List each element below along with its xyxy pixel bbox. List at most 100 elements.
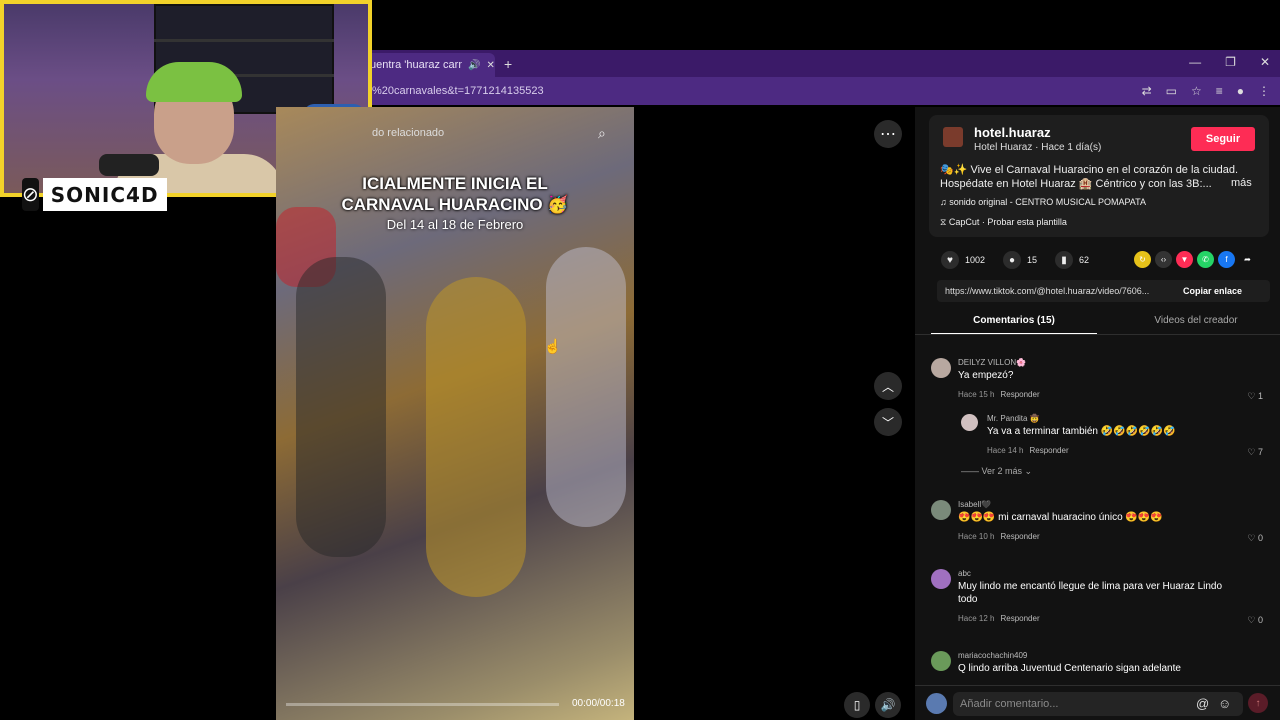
comment-meta: Hace 12 h Responder <box>958 614 1040 623</box>
streamer-logo: ⊘ SONIC4D <box>22 178 167 211</box>
sound-link[interactable]: ♫ sonido original - CENTRO MUSICAL POMAP… <box>940 197 1146 207</box>
engagement-stats: ♥ 1002 ● 15 ▮ 62 <box>941 251 1101 269</box>
share-arrow-icon[interactable]: ➦ <box>1239 251 1256 268</box>
follow-button[interactable]: Seguir <box>1191 127 1255 151</box>
streamer-hat <box>146 62 242 102</box>
comment-avatar[interactable] <box>931 651 951 671</box>
comment-text: 😍😍😍 mi carnaval huaracino único 😍😍😍 <box>958 512 1163 523</box>
mouse-cursor-icon: ☝ <box>544 338 562 354</box>
tab-comments[interactable]: Comentarios (15) <box>931 311 1097 335</box>
address-bar: %20carnavales&t=1771214135523 ⇄ ▭ ☆ ≡ ● … <box>360 77 1280 105</box>
creator-avatar[interactable] <box>943 127 963 147</box>
close-tab-icon[interactable]: ✕ <box>486 60 494 71</box>
window-controls: — ❐ ✕ <box>1189 55 1270 69</box>
whatsapp-icon[interactable]: ✆ <box>1197 251 1214 268</box>
comment-avatar[interactable] <box>931 500 951 520</box>
reply-link[interactable]: Responder <box>1000 614 1039 623</box>
my-avatar <box>926 693 947 714</box>
reply-link[interactable]: Responder <box>1029 446 1068 455</box>
more-replies-label: Ver 2 más <box>981 466 1023 476</box>
cast-icon[interactable]: ▭ <box>1166 84 1177 98</box>
comment-username[interactable]: abc <box>958 569 971 578</box>
video-link[interactable]: https://www.tiktok.com/@hotel.huaraz/vid… <box>937 286 1177 296</box>
repost-icon[interactable]: ↻ <box>1134 251 1151 268</box>
video-player[interactable]: do relacionado ⌕ ICIALMENTE INICIA EL CA… <box>276 107 634 720</box>
comment-username[interactable]: Mr. Pandita 🤠 <box>987 414 1040 423</box>
send-icon[interactable]: ▼ <box>1176 251 1193 268</box>
details-panel: hotel.huaraz Hotel Huaraz · Hace 1 día(s… <box>915 107 1280 720</box>
mention-icon[interactable]: @ <box>1196 696 1209 711</box>
save-count: 62 <box>1079 255 1090 265</box>
emoji-icon[interactable]: ☺ <box>1218 696 1231 711</box>
video-blur <box>296 257 386 557</box>
save-icon[interactable]: ▮ <box>1055 251 1074 269</box>
comment-time: Hace 12 h <box>958 614 995 623</box>
media-control-icon[interactable]: ≡ <box>1216 84 1223 98</box>
minimize-icon[interactable]: — <box>1189 55 1201 69</box>
facebook-icon[interactable]: f <box>1218 251 1235 268</box>
shelf-divider <box>154 39 334 42</box>
caption-line: CARNAVAL HUARACINO 🥳 <box>341 195 569 214</box>
comment-username[interactable]: DEILYZ VILLON🌸 <box>958 358 1026 367</box>
profile-icon[interactable]: ● <box>1237 84 1244 98</box>
comment-like-count: 0 <box>1257 533 1263 543</box>
translate-icon[interactable]: ⇄ <box>1142 84 1152 98</box>
bookmark-star-icon[interactable]: ☆ <box>1191 84 1202 98</box>
microphone <box>99 154 159 176</box>
comment-text: Ya empezó? <box>958 370 1014 381</box>
send-comment-button[interactable]: ↑ <box>1248 693 1268 713</box>
creator-info-card: hotel.huaraz Hotel Huaraz · Hace 1 día(s… <box>929 115 1269 237</box>
new-tab-icon[interactable]: + <box>504 56 512 72</box>
video-blur <box>546 247 626 527</box>
comment-like-count: 1 <box>1257 391 1263 401</box>
comment-meta: Hace 10 h Responder <box>958 532 1040 541</box>
maximize-icon[interactable]: ❐ <box>1225 55 1236 69</box>
video-time: 00:00/00:18 <box>572 698 625 709</box>
logo-mark-icon: ⊘ <box>22 178 39 211</box>
close-window-icon[interactable]: ✕ <box>1260 55 1270 69</box>
comment-username[interactable]: Isabell🖤 <box>958 500 991 509</box>
comment-avatar[interactable] <box>931 569 951 589</box>
speaker-icon[interactable]: 🔊 <box>468 60 480 71</box>
video-description: 🎭✨ Vive el Carnaval Huaracino en el cora… <box>940 164 1239 190</box>
creator-username[interactable]: hotel.huaraz <box>974 125 1051 140</box>
view-more-replies[interactable]: —— Ver 2 más ⌄ <box>961 466 1032 477</box>
comment-like[interactable]: ♡ 0 <box>1247 533 1263 544</box>
comment-meta: Hace 14 h Responder <box>987 446 1069 455</box>
reply-link[interactable]: Responder <box>1000 532 1039 541</box>
comment-avatar[interactable] <box>931 358 951 378</box>
reply-item: Mr. Pandita 🤠 Ya va a terminar también 🤣… <box>961 414 1271 458</box>
previous-video-button[interactable]: ︿ <box>874 372 902 400</box>
capcut-link[interactable]: ⧖ CapCut · Probar esta plantilla <box>940 217 1067 228</box>
comment-like[interactable]: ♡ 0 <box>1247 615 1263 626</box>
video-progress-bar[interactable] <box>286 703 559 706</box>
next-video-button[interactable]: ﹀ <box>874 408 902 436</box>
menu-kebab-icon[interactable]: ⋮ <box>1258 84 1270 98</box>
video-link-row: https://www.tiktok.com/@hotel.huaraz/vid… <box>937 280 1270 302</box>
reply-link[interactable]: Responder <box>1000 390 1039 399</box>
comment-avatar[interactable] <box>961 414 978 431</box>
video-caption-title: ICIALMENTE INICIA EL CARNAVAL HUARACINO … <box>276 173 634 215</box>
comment-icon[interactable]: ● <box>1003 251 1022 269</box>
related-search-text[interactable]: do relacionado <box>372 127 444 139</box>
tab-creator-videos[interactable]: Videos del creador <box>1113 311 1279 335</box>
search-icon[interactable]: ⌕ <box>598 125 606 142</box>
comment-username[interactable]: mariacochachin409 <box>958 651 1027 660</box>
comment-time: Hace 15 h <box>958 390 995 399</box>
caption-line: ICIALMENTE INICIA EL <box>362 174 548 193</box>
comment-count: 15 <box>1027 255 1038 265</box>
comment-item: DEILYZ VILLON🌸 Ya empezó? Hace 15 h Respo… <box>931 358 1271 402</box>
comment-like-count: 7 <box>1257 447 1263 457</box>
like-icon[interactable]: ♥ <box>941 251 959 269</box>
share-buttons: ↻ ‹› ▼ ✆ f ➦ <box>1134 251 1256 268</box>
comment-like[interactable]: ♡ 1 <box>1247 391 1263 402</box>
more-options-button[interactable]: ⋯ <box>874 120 902 148</box>
browser-tab[interactable]: uentra 'huaraz carnavale 🔊 ✕ <box>360 53 495 77</box>
copy-link-button[interactable]: Copiar enlace <box>1183 286 1242 296</box>
caption-toggle-button[interactable]: ▯ <box>844 692 870 718</box>
more-link[interactable]: más <box>1231 177 1252 189</box>
embed-icon[interactable]: ‹› <box>1155 251 1172 268</box>
url-text[interactable]: %20carnavales&t=1771214135523 <box>372 85 544 97</box>
volume-button[interactable]: 🔊 <box>875 692 901 718</box>
comment-like[interactable]: ♡ 7 <box>1247 447 1263 458</box>
